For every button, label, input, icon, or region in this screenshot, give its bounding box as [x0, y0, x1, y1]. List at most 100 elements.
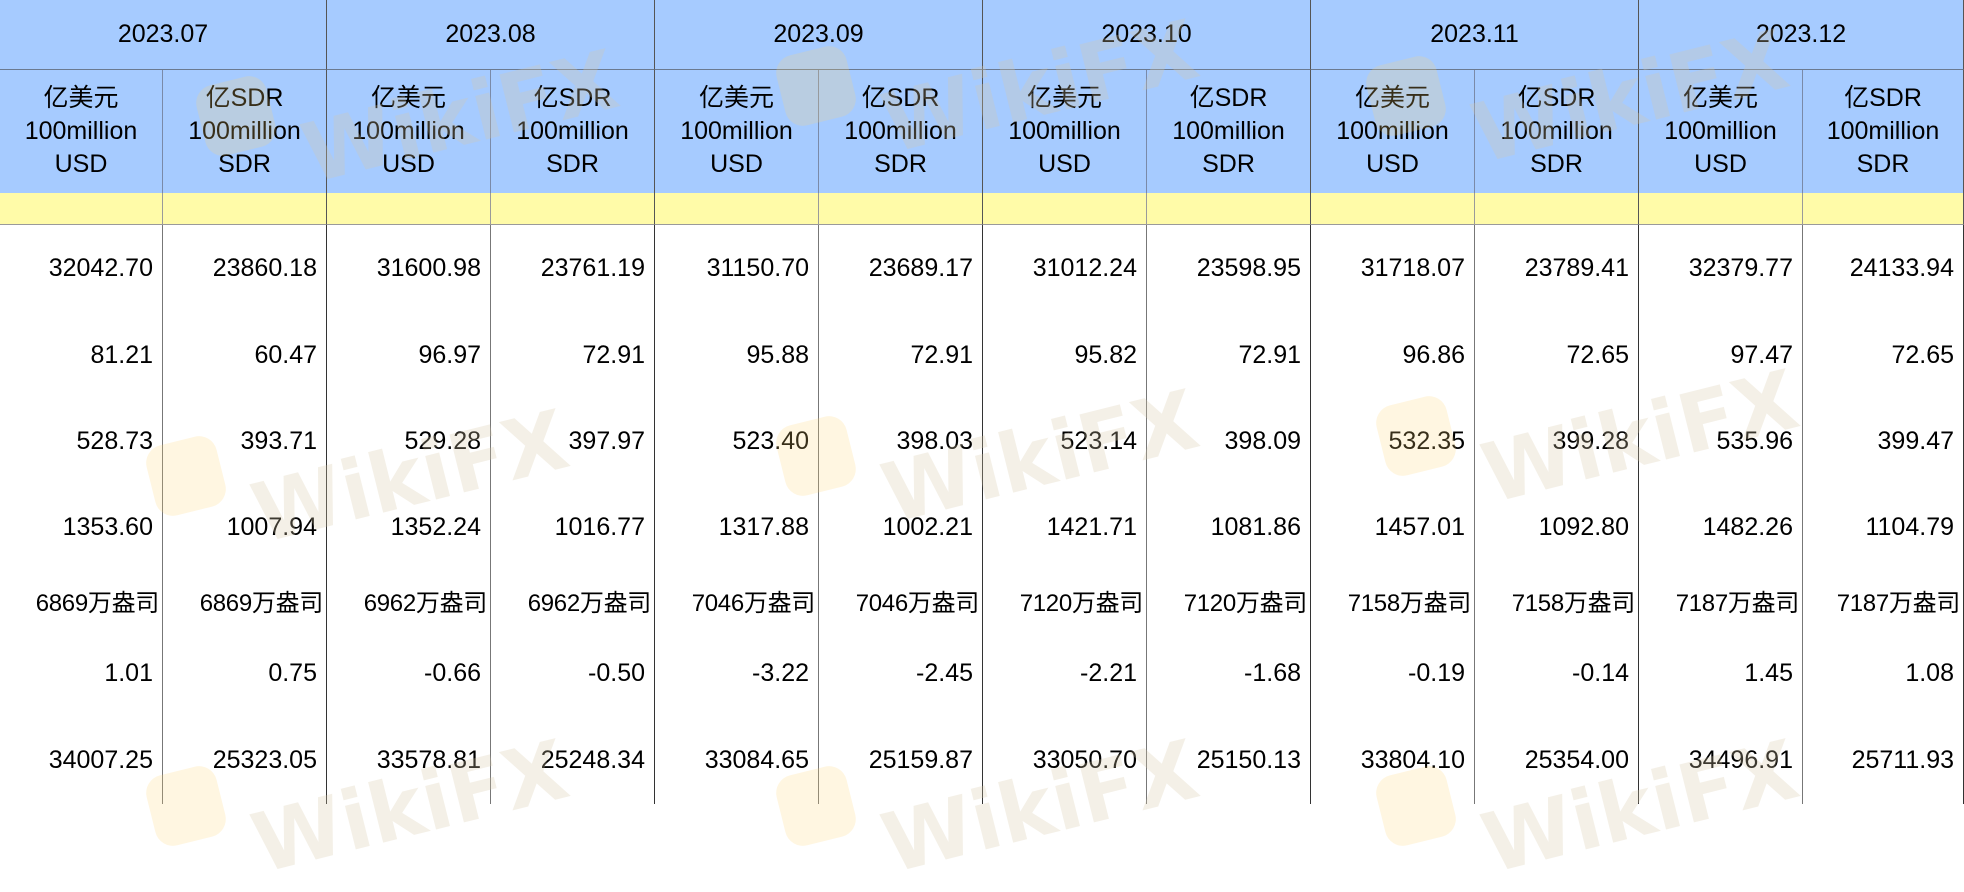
- table-cell: 523.40: [655, 398, 819, 484]
- table-cell: 535.96: [1639, 398, 1803, 484]
- table-cell: 1.01: [0, 630, 163, 716]
- table-cell: 532.35: [1311, 398, 1475, 484]
- table-cell: 7046万盎司: [655, 570, 819, 630]
- table-cell: -0.19: [1311, 630, 1475, 716]
- unit-header-usd: 亿美元 100million USD: [327, 70, 491, 193]
- table-cell: 1317.88: [655, 484, 819, 570]
- table-cell: 25354.00: [1475, 716, 1639, 804]
- table-cell: 6869万盎司: [0, 570, 163, 630]
- table-cell: 397.97: [491, 398, 655, 484]
- month-header: 2023.12: [1639, 0, 1964, 70]
- table-cell: 1002.21: [819, 484, 983, 570]
- table-cell: 398.03: [819, 398, 983, 484]
- table-cell: -0.14: [1475, 630, 1639, 716]
- table-cell: 24133.94: [1803, 225, 1964, 312]
- highlight-band: [491, 193, 655, 225]
- table-cell: -3.22: [655, 630, 819, 716]
- table-cell: 72.65: [1803, 312, 1964, 398]
- unit-header-usd: 亿美元 100million USD: [0, 70, 163, 193]
- table-cell: 0.75: [163, 630, 327, 716]
- table-cell: 96.86: [1311, 312, 1475, 398]
- table-cell: 33084.65: [655, 716, 819, 804]
- table-cell: 399.47: [1803, 398, 1964, 484]
- table-cell: 1.08: [1803, 630, 1964, 716]
- table-cell: 1457.01: [1311, 484, 1475, 570]
- reserve-table: 2023.07 2023.08 2023.09 2023.10 2023.11 2023.…: [0, 0, 1964, 892]
- table-cell: 7046万盎司: [819, 570, 983, 630]
- table-cell: 23689.17: [819, 225, 983, 312]
- table-cell: 7187万盎司: [1639, 570, 1803, 630]
- table-cell: 1081.86: [1147, 484, 1311, 570]
- table-cell: 1352.24: [327, 484, 491, 570]
- table-cell: 1092.80: [1475, 484, 1639, 570]
- table-cell: 1016.77: [491, 484, 655, 570]
- unit-header-sdr: 亿SDR 100million SDR: [163, 70, 327, 193]
- highlight-band: [0, 193, 163, 225]
- table-cell: 523.14: [983, 398, 1147, 484]
- highlight-band: [1475, 193, 1639, 225]
- table-cell: 33804.10: [1311, 716, 1475, 804]
- unit-header-sdr: 亿SDR 100million SDR: [491, 70, 655, 193]
- table-cell: 399.28: [1475, 398, 1639, 484]
- table-cell: 1104.79: [1803, 484, 1964, 570]
- table-cell: 25323.05: [163, 716, 327, 804]
- table-cell: 398.09: [1147, 398, 1311, 484]
- unit-header-usd: 亿美元 100million USD: [1639, 70, 1803, 193]
- table-cell: 32379.77: [1639, 225, 1803, 312]
- table-cell: 7187万盎司: [1803, 570, 1964, 630]
- table-cell: 528.73: [0, 398, 163, 484]
- table-cell: 25711.93: [1803, 716, 1964, 804]
- table-cell: 6962万盎司: [327, 570, 491, 630]
- month-header: 2023.09: [655, 0, 983, 70]
- highlight-band: [1639, 193, 1803, 225]
- unit-header-usd: 亿美元 100million USD: [983, 70, 1147, 193]
- unit-header-sdr: 亿SDR 100million SDR: [1475, 70, 1639, 193]
- table-cell: 31600.98: [327, 225, 491, 312]
- unit-header-sdr: 亿SDR 100million SDR: [819, 70, 983, 193]
- table-cell: 25248.34: [491, 716, 655, 804]
- highlight-band: [983, 193, 1147, 225]
- table-cell: 1353.60: [0, 484, 163, 570]
- table-cell: -2.21: [983, 630, 1147, 716]
- table-cell: 393.71: [163, 398, 327, 484]
- table-cell: 95.82: [983, 312, 1147, 398]
- table-cell: 31718.07: [1311, 225, 1475, 312]
- table-cell: 7158万盎司: [1475, 570, 1639, 630]
- table-cell: 34496.91: [1639, 716, 1803, 804]
- table-cell: 7158万盎司: [1311, 570, 1475, 630]
- table-cell: 32042.70: [0, 225, 163, 312]
- table-cell: 95.88: [655, 312, 819, 398]
- unit-header-sdr: 亿SDR 100million SDR: [1803, 70, 1964, 193]
- highlight-band: [327, 193, 491, 225]
- table-cell: 1007.94: [163, 484, 327, 570]
- month-header: 2023.10: [983, 0, 1311, 70]
- table-cell: -1.68: [1147, 630, 1311, 716]
- table-cell: 25150.13: [1147, 716, 1311, 804]
- month-header: 2023.07: [0, 0, 327, 70]
- unit-header-sdr: 亿SDR 100million SDR: [1147, 70, 1311, 193]
- table-cell: 23598.95: [1147, 225, 1311, 312]
- unit-header-usd: 亿美元 100million USD: [1311, 70, 1475, 193]
- table-cell: 31150.70: [655, 225, 819, 312]
- table-cell: -0.50: [491, 630, 655, 716]
- table-cell: 1.45: [1639, 630, 1803, 716]
- table-cell: 6869万盎司: [163, 570, 327, 630]
- unit-header-usd: 亿美元 100million USD: [655, 70, 819, 193]
- table-cell: 96.97: [327, 312, 491, 398]
- table-cell: 60.47: [163, 312, 327, 398]
- table-cell: 1421.71: [983, 484, 1147, 570]
- table-cell: 25159.87: [819, 716, 983, 804]
- table-cell: -2.45: [819, 630, 983, 716]
- highlight-band: [1147, 193, 1311, 225]
- month-header: 2023.08: [327, 0, 655, 70]
- table-cell: 23860.18: [163, 225, 327, 312]
- highlight-band: [163, 193, 327, 225]
- table-cell: 72.65: [1475, 312, 1639, 398]
- month-header: 2023.11: [1311, 0, 1639, 70]
- table-cell: 72.91: [819, 312, 983, 398]
- table-cell: 72.91: [491, 312, 655, 398]
- highlight-band: [819, 193, 983, 225]
- table-cell: 1482.26: [1639, 484, 1803, 570]
- table-cell: 33578.81: [327, 716, 491, 804]
- highlight-band: [1803, 193, 1964, 225]
